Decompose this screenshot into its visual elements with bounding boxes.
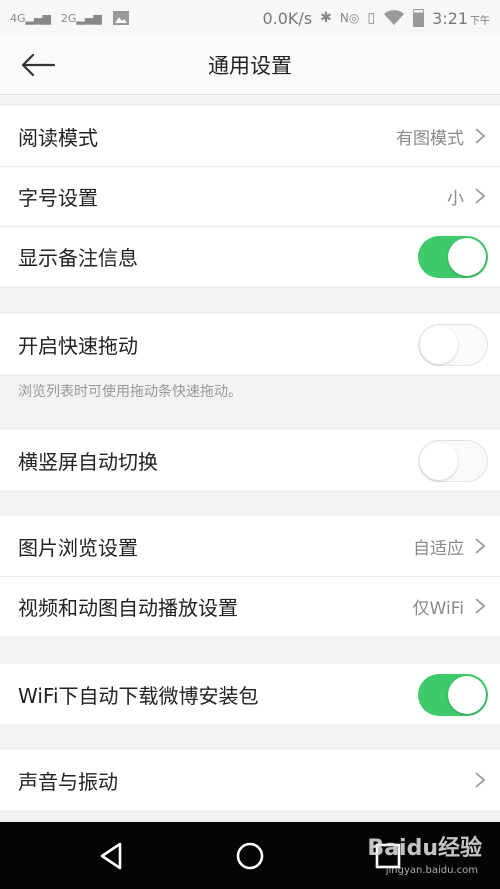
image-browse-value: 自适应 <box>413 538 464 559</box>
nfc-icon: N◎ <box>339 11 360 25</box>
fast-drag-row: 开启快速拖动 <box>0 314 500 374</box>
page-title: 通用设置 <box>208 54 292 78</box>
baidu-watermark-url: jingyan.baidu.com <box>385 865 478 876</box>
wifi-download-row: WiFi下自动下载微博安装包 <box>0 664 500 724</box>
chevron-right-icon <box>475 188 486 204</box>
sound-vibration-label: 声音与振动 <box>18 769 118 794</box>
settings-group-sound: 声音与振动 <box>0 750 500 810</box>
font-size-row[interactable]: 字号设置 小 <box>0 166 500 226</box>
nav-home-icon[interactable] <box>234 840 266 872</box>
baidu-watermark: Baidu经验 <box>367 836 482 861</box>
chevron-right-icon <box>475 128 486 144</box>
auto-rotate-toggle[interactable] <box>418 440 488 482</box>
auto-rotate-label: 横竖屏自动切换 <box>18 449 158 474</box>
sound-vibration-row[interactable]: 声音与振动 <box>0 750 500 810</box>
video-autoplay-row[interactable]: 视频和动图自动播放设置 仅WiFi <box>0 576 500 636</box>
chevron-right-icon <box>475 772 486 788</box>
network-speed: 0.0K/s <box>262 8 313 28</box>
back-button[interactable] <box>18 52 58 78</box>
back-arrow-icon <box>21 54 56 76</box>
reading-mode-label: 阅读模式 <box>18 125 98 150</box>
video-autoplay-label: 视频和动图自动播放设置 <box>18 595 238 620</box>
fast-drag-label: 开启快速拖动 <box>18 333 138 358</box>
toggle-knob <box>448 238 486 276</box>
clock: 3:21 下午 <box>432 8 490 28</box>
vibrate-icon: ▯ <box>367 10 376 26</box>
bluetooth-icon: ✱ <box>320 10 332 26</box>
font-size-label: 字号设置 <box>18 185 98 210</box>
gallery-icon <box>112 11 129 25</box>
image-browse-row[interactable]: 图片浏览设置 自适应 <box>0 516 500 576</box>
wifi-icon <box>384 10 405 25</box>
settings-group-drag: 开启快速拖动 <box>0 314 500 374</box>
image-browse-label: 图片浏览设置 <box>18 535 138 560</box>
fast-drag-toggle[interactable] <box>418 324 488 366</box>
toggle-knob <box>448 676 486 714</box>
settings-group-media: 图片浏览设置 自适应 视频和动图自动播放设置 仅WiFi <box>0 516 500 636</box>
chevron-right-icon <box>475 598 486 614</box>
wifi-download-toggle[interactable] <box>418 674 488 716</box>
nav-back-icon[interactable] <box>96 840 128 872</box>
fast-drag-hint: 浏览列表时可使用拖动条快速拖动。 <box>18 384 242 400</box>
font-size-value: 小 <box>447 188 464 209</box>
reading-mode-row[interactable]: 阅读模式 有图模式 <box>0 106 500 166</box>
show-remark-row: 显示备注信息 <box>0 226 500 286</box>
sim2-signal: 2G▂▄▆ <box>60 11 102 25</box>
chevron-right-icon <box>475 538 486 554</box>
video-autoplay-value: 仅WiFi <box>412 598 464 619</box>
sim1-signal: 4G▂▄▆ <box>10 11 51 25</box>
status-bar: 4G▂▄▆ 2G▂▄▆ 0.0K/s ✱ N◎ ▯ 3:21 下午 <box>0 0 500 36</box>
settings-group-download: WiFi下自动下载微博安装包 <box>0 664 500 724</box>
reading-mode-value: 有图模式 <box>396 128 464 149</box>
wifi-download-label: WiFi下自动下载微博安装包 <box>18 683 259 708</box>
top-bar: 通用设置 <box>0 36 500 95</box>
battery-icon <box>413 9 425 27</box>
settings-group-rotate: 横竖屏自动切换 <box>0 430 500 490</box>
toggle-knob <box>420 326 458 364</box>
show-remark-label: 显示备注信息 <box>18 245 138 270</box>
show-remark-toggle[interactable] <box>418 236 488 278</box>
settings-group-display: 阅读模式 有图模式 字号设置 小 显示备注信息 <box>0 106 500 286</box>
auto-rotate-row: 横竖屏自动切换 <box>0 430 500 490</box>
toggle-knob <box>420 442 458 480</box>
